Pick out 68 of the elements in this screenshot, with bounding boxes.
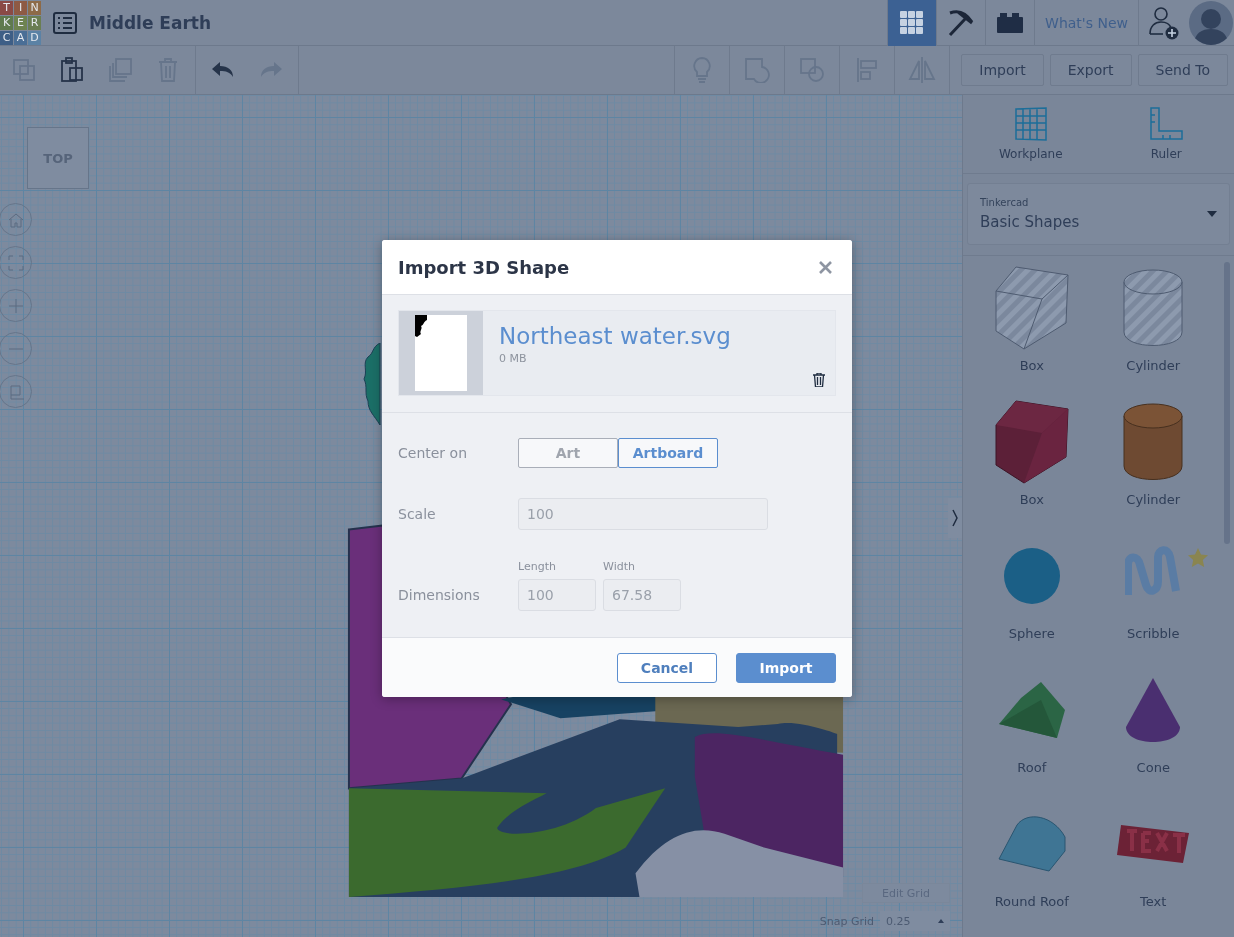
person-silhouette-icon [1194, 6, 1228, 45]
cone-icon [1125, 677, 1182, 743]
dialog-title: Import 3D Shape [398, 256, 570, 278]
library-source: Tinkercad [980, 197, 1030, 208]
file-name: Northeast water.svg [499, 323, 731, 349]
brick-icon [997, 12, 1024, 33]
shape-item[interactable]: Cone [1092, 664, 1214, 798]
logo[interactable]: T I N K E R C A D [0, 0, 41, 45]
dimension-label: Width [603, 560, 636, 573]
workplane-tool[interactable]: Workplane [980, 107, 1081, 161]
list-icon[interactable] [53, 11, 77, 34]
shape-item[interactable]: Round Roof [971, 798, 1093, 932]
striped-cylinder-icon [1123, 269, 1184, 347]
clipboard-icon [60, 57, 84, 83]
star-icon [1188, 548, 1208, 567]
center-option[interactable]: Artboard [618, 438, 718, 468]
dimensions-label: Dimensions [398, 587, 481, 603]
action-button[interactable]: Send To [1137, 54, 1228, 86]
center-on-label: Center on [398, 445, 468, 461]
library-dropdown[interactable]: Tinkercad Basic Shapes [967, 183, 1230, 245]
shape-item[interactable]: Scribble [1092, 530, 1214, 664]
shape-item[interactable]: Box [971, 396, 1093, 530]
shape-item[interactable]: Sphere [971, 530, 1093, 664]
cylinder-icon [1123, 403, 1184, 481]
home-icon [7, 211, 24, 228]
whats-new-link[interactable]: What's New [1034, 0, 1138, 46]
shape-item[interactable]: Cylinder [1092, 396, 1214, 530]
caret-icon [1207, 211, 1217, 217]
project-title: Middle Earth [89, 12, 212, 33]
island-shape[interactable] [362, 343, 382, 425]
plus-icon [7, 297, 24, 314]
scale-label: Scale [398, 506, 437, 522]
striped-cube-icon [993, 265, 1070, 351]
add-user-icon [1148, 5, 1179, 40]
cube-icon [993, 399, 1070, 485]
trash-icon[interactable] [813, 373, 825, 387]
undo-icon [211, 61, 235, 79]
workplane-icon [1013, 107, 1048, 141]
dimension-label: Length [518, 560, 557, 573]
dimension-field[interactable]: 100 [518, 579, 596, 611]
grid-icon [900, 10, 925, 35]
half-cylinder-icon [996, 815, 1067, 873]
file-size: 0 MB [499, 352, 528, 365]
action-button[interactable]: Import [961, 54, 1044, 86]
3d-text-icon [1115, 823, 1192, 865]
ruler-tool[interactable]: Ruler [1116, 107, 1217, 161]
ruler-icon [1149, 107, 1184, 141]
chevron-icon [952, 509, 958, 527]
library-name: Basic Shapes [980, 213, 1080, 231]
fit-icon [7, 254, 24, 271]
dimension-field[interactable]: 67.58 [603, 579, 681, 611]
caret-icon [938, 919, 944, 923]
shape-item[interactable]: Text [1092, 798, 1214, 932]
panel-toggle[interactable] [948, 498, 962, 538]
center-option[interactable]: Art [518, 438, 618, 468]
avatar[interactable] [1189, 0, 1233, 45]
sphere-icon [1002, 547, 1061, 605]
shape-item[interactable]: Cylinder [1092, 262, 1214, 396]
cancel-button[interactable]: Cancel [617, 652, 717, 683]
import-button[interactable]: Import [736, 652, 836, 683]
scale-field[interactable]: 100 [518, 498, 768, 530]
shape-item[interactable]: Box [971, 262, 1093, 396]
action-button[interactable]: Export [1049, 54, 1132, 86]
shape-item[interactable]: Roof [971, 664, 1093, 798]
view-tab[interactable] [887, 0, 937, 46]
close-icon[interactable] [819, 260, 832, 274]
roof-icon [996, 680, 1067, 740]
box-outline-icon [7, 383, 24, 400]
